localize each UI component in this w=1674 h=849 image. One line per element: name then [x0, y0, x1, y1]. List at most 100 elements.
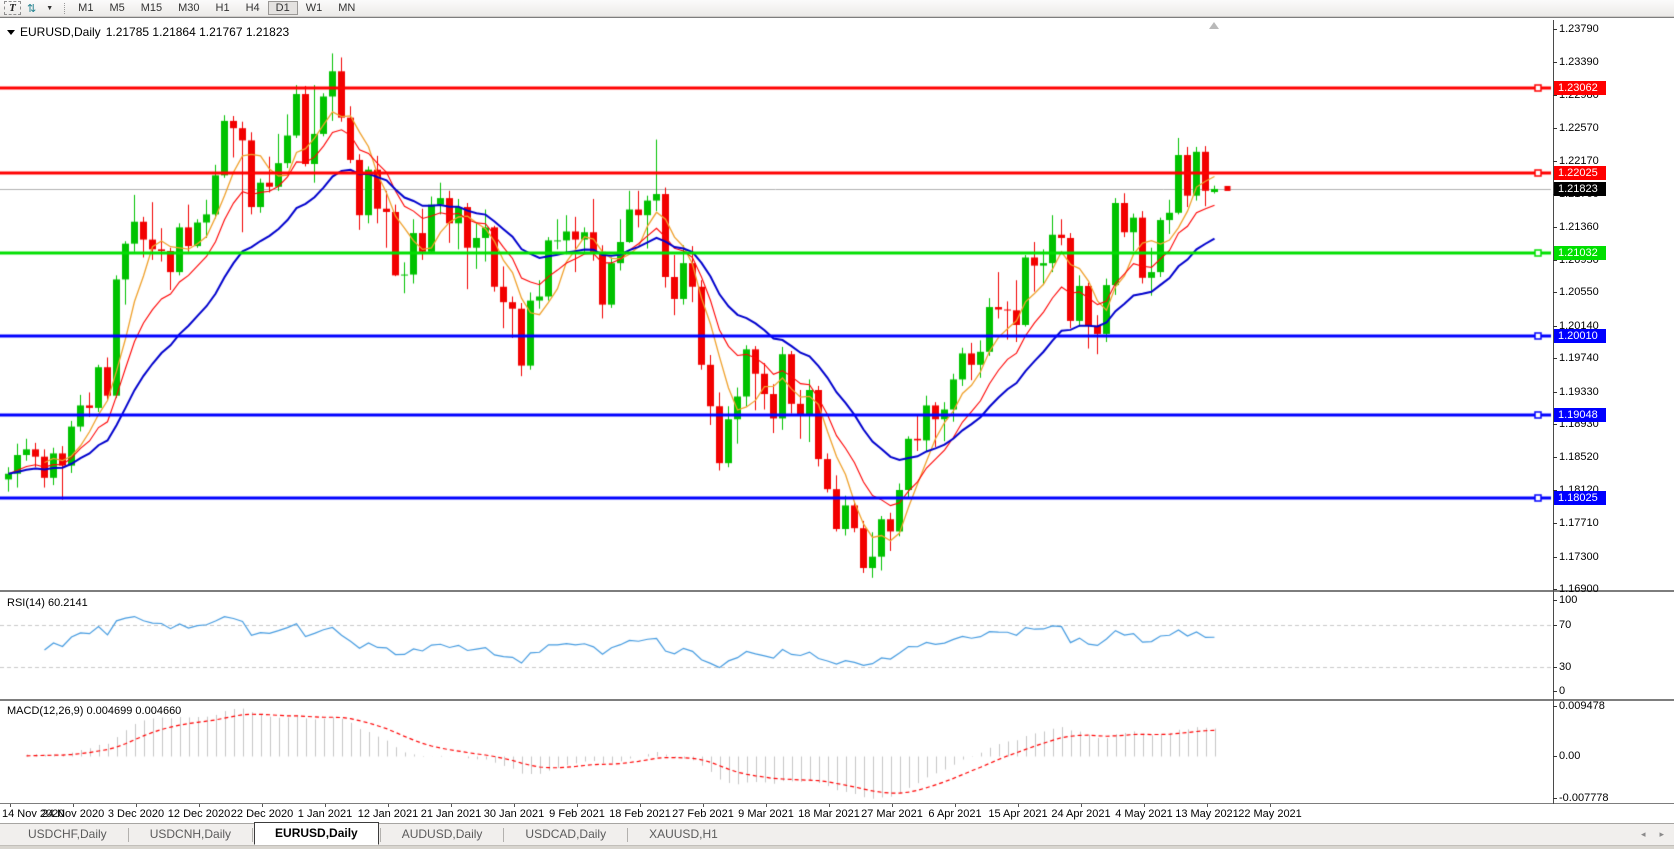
date-tick-label: 22 Dec 2020 [231, 808, 293, 820]
axis-tick-mark [1553, 128, 1557, 129]
ohlc-values: 1.21785 1.21864 1.21767 1.21823 [106, 25, 290, 39]
chart-tab-audusd[interactable]: AUDUSD,Daily [382, 824, 503, 845]
price-chart-canvas[interactable] [0, 20, 1553, 590]
axis-tick-mark [1553, 358, 1557, 359]
chart-shift-marker-icon[interactable] [1209, 22, 1219, 29]
macd-tick-label: 0.009478 [1559, 700, 1605, 713]
sort-arrows-icon[interactable]: ⇅ [23, 1, 39, 15]
symbol-tab-bar: USDCHF,DailyUSDCNH,DailyEURUSD,DailyAUDU… [0, 823, 1674, 845]
date-tick-mark [1207, 804, 1208, 807]
date-tick-mark [514, 804, 515, 807]
axis-tick-mark [1553, 600, 1557, 601]
date-tick-mark [1018, 804, 1019, 807]
axis-tick-mark [1553, 667, 1557, 668]
price-tick-label: 1.23390 [1559, 56, 1599, 69]
level-price-chip: 1.23062 [1554, 81, 1606, 95]
date-tick-mark [1144, 804, 1145, 807]
date-tick-label: 6 Apr 2021 [928, 808, 981, 820]
macd-tick-label: 0.00 [1559, 750, 1580, 763]
rsi-tick-label: 100 [1559, 594, 1577, 607]
axis-tick-mark [1553, 29, 1557, 30]
timeframe-button-h4[interactable]: H4 [238, 1, 268, 15]
date-tick-label: 18 Mar 2021 [798, 808, 860, 820]
date-tick-mark [199, 804, 200, 807]
date-tick-label: 27 Mar 2021 [861, 808, 923, 820]
rsi-tick-label: 70 [1559, 619, 1571, 632]
date-tick-mark [892, 804, 893, 807]
axis-tick-mark [1553, 756, 1557, 757]
date-tick-mark [451, 804, 452, 807]
level-price-chip: 1.22025 [1554, 166, 1606, 180]
macd-indicator-label: MACD(12,26,9) 0.004699 0.004660 [7, 705, 181, 717]
date-tick-mark [136, 804, 137, 807]
timeframe-button-mn[interactable]: MN [330, 1, 363, 15]
chart-tab-usdcnh[interactable]: USDCNH,Daily [130, 824, 251, 845]
collapse-caret-icon[interactable] [7, 30, 15, 35]
text-tool-button[interactable]: T [4, 1, 21, 15]
date-tick-label: 21 Jan 2021 [421, 808, 482, 820]
date-tick-mark [388, 804, 389, 807]
current-price-chip: 1.21823 [1554, 182, 1606, 196]
timeframe-button-w1[interactable]: W1 [298, 1, 331, 15]
price-tick-label: 1.19740 [1559, 352, 1599, 365]
price-tick-label: 1.17300 [1559, 551, 1599, 564]
date-tick-label: 27 Feb 2021 [672, 808, 734, 820]
date-tick-label: 15 Apr 2021 [988, 808, 1047, 820]
price-tick-label: 1.20550 [1559, 286, 1599, 299]
axis-tick-mark [1553, 326, 1557, 327]
tab-separator [128, 828, 129, 842]
date-tick-mark [955, 804, 956, 807]
date-tick-mark [766, 804, 767, 807]
axis-tick-mark [1553, 392, 1557, 393]
timeframe-button-h1[interactable]: H1 [208, 1, 238, 15]
timeframe-toolbar: M1M5M15M30H1H4D1W1MN [70, 1, 363, 15]
chart-window[interactable]: EURUSD,Daily 1.21785 1.21864 1.21767 1.2… [0, 17, 1674, 823]
axis-tick-mark [1553, 161, 1557, 162]
axis-tick-mark [1553, 589, 1557, 590]
date-tick-label: 9 Feb 2021 [549, 808, 605, 820]
axis-tick-mark [1553, 691, 1557, 692]
timeframe-button-m15[interactable]: M15 [133, 1, 170, 15]
price-tick-label: 1.23790 [1559, 23, 1599, 36]
rsi-name: RSI(14) [7, 597, 45, 609]
date-tick-label: 1 Jan 2021 [298, 808, 352, 820]
chart-tab-usdcad[interactable]: USDCAD,Daily [505, 824, 626, 845]
date-tick-mark [73, 804, 74, 807]
axis-tick-mark [1553, 227, 1557, 228]
tab-scroll-left-icon[interactable]: ◂ [1641, 829, 1646, 840]
tab-scroll-right-icon[interactable]: ▸ [1659, 829, 1664, 840]
date-tick-label: 9 Mar 2021 [738, 808, 794, 820]
date-tick-label: 24 Nov 2020 [42, 808, 104, 820]
toolbar-grip [64, 3, 65, 14]
date-tick-label: 18 Feb 2021 [609, 808, 671, 820]
date-tick-label: 4 May 2021 [1115, 808, 1172, 820]
chart-tab-xauusd[interactable]: XAUUSD,H1 [629, 824, 738, 845]
date-tick-label: 12 Jan 2021 [358, 808, 419, 820]
rsi-pane-canvas[interactable] [0, 593, 1553, 699]
chart-tab-usdchf[interactable]: USDCHF,Daily [8, 824, 127, 845]
timeframe-button-m30[interactable]: M30 [170, 1, 207, 15]
date-tick-mark [703, 804, 704, 807]
rsi-tick-label: 0 [1559, 685, 1565, 698]
timeframe-button-m5[interactable]: M5 [101, 1, 132, 15]
level-price-chip: 1.18025 [1554, 491, 1606, 505]
timeframe-button-m1[interactable]: M1 [70, 1, 101, 15]
macd-name: MACD(12,26,9) [7, 705, 83, 717]
date-tick-mark [10, 804, 11, 807]
timeframe-button-d1[interactable]: D1 [268, 1, 298, 15]
macd-values: 0.004699 0.004660 [86, 705, 181, 717]
level-price-chip: 1.21032 [1554, 246, 1606, 260]
date-tick-label: 12 Dec 2020 [168, 808, 230, 820]
symbol-period-label: EURUSD,Daily [20, 25, 101, 39]
pane-separator[interactable] [0, 590, 1674, 592]
date-tick-mark [262, 804, 263, 807]
rsi-indicator-label: RSI(14) 60.2141 [7, 597, 88, 609]
level-price-chip: 1.20010 [1554, 329, 1606, 343]
date-axis[interactable]: 14 Nov 202024 Nov 20203 Dec 202012 Dec 2… [0, 804, 1674, 824]
macd-pane-canvas[interactable] [0, 701, 1553, 803]
pane-separator[interactable] [0, 699, 1674, 701]
date-tick-label: 22 May 2021 [1238, 808, 1302, 820]
macd-tick-label: -0.007778 [1559, 792, 1609, 805]
dropdown-caret-icon[interactable]: ▼ [42, 1, 57, 15]
chart-tab-eurusd[interactable]: EURUSD,Daily [254, 822, 379, 845]
